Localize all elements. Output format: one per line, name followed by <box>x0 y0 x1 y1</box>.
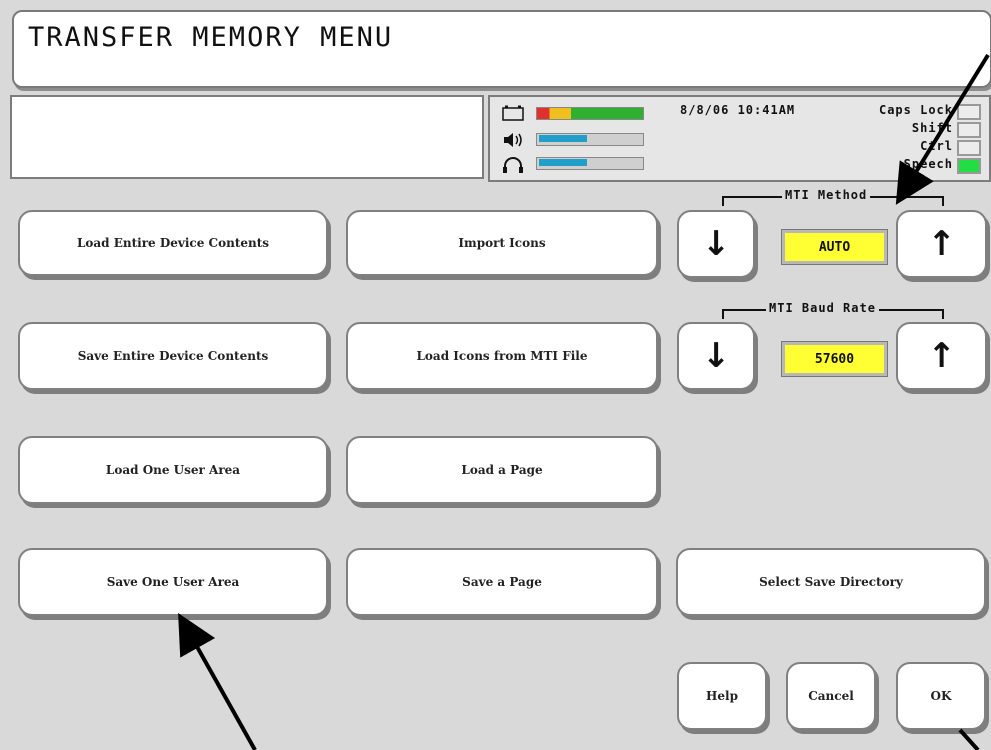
mti-baud-value: 57600 <box>781 341 888 377</box>
load-icons-mti-file-button[interactable]: Load Icons from MTI File <box>346 322 658 390</box>
ok-button[interactable]: OK <box>896 662 986 730</box>
shift-indicator <box>957 122 981 138</box>
mti-method-label: MTI Method <box>782 188 871 202</box>
import-icons-button[interactable]: Import Icons <box>346 210 658 276</box>
mti-baud-down-button[interactable]: ↓ <box>677 322 755 390</box>
arrow-up-icon: ↑ <box>927 336 956 376</box>
mti-baud-up-button[interactable]: ↑ <box>896 322 987 390</box>
save-entire-device-button[interactable]: Save Entire Device Contents <box>18 322 328 390</box>
headphones-icon <box>503 157 523 173</box>
mti-method-value: AUTO <box>781 229 888 265</box>
arrow-up-icon: ↑ <box>927 224 956 264</box>
annotation-arrow-save-user <box>178 613 257 750</box>
annotation-arrow-ok <box>958 728 980 750</box>
mti-method-down-button[interactable]: ↓ <box>677 210 755 278</box>
speaker-volume-meter <box>536 133 644 146</box>
battery-icon <box>502 105 524 121</box>
caps-lock-indicator <box>957 104 981 120</box>
speech-label: Speech <box>903 157 953 171</box>
mti-method-up-button[interactable]: ↑ <box>896 210 987 278</box>
ctrl-label: Ctrl <box>920 139 953 153</box>
help-button[interactable]: Help <box>677 662 767 730</box>
load-entire-device-button[interactable]: Load Entire Device Contents <box>18 210 328 276</box>
save-one-user-area-button[interactable]: Save One User Area <box>18 548 328 616</box>
arrow-down-icon: ↓ <box>701 336 731 376</box>
ctrl-indicator <box>957 140 981 156</box>
save-page-button[interactable]: Save a Page <box>346 548 658 616</box>
cancel-button[interactable]: Cancel <box>786 662 876 730</box>
speech-indicator <box>957 158 981 174</box>
load-one-user-area-button[interactable]: Load One User Area <box>18 436 328 504</box>
battery-meter <box>536 107 644 120</box>
datetime: 8/8/06 10:41AM <box>680 103 796 117</box>
caps-lock-label: Caps Lock <box>878 103 953 117</box>
status-panel: 8/8/06 10:41AM Caps Lock Shift Ctrl Spee… <box>488 95 991 182</box>
headphone-volume-meter <box>536 157 644 170</box>
select-save-directory-button[interactable]: Select Save Directory <box>676 548 986 616</box>
speaker-icon <box>504 133 522 147</box>
message-box <box>10 95 484 179</box>
load-page-button[interactable]: Load a Page <box>346 436 658 504</box>
arrow-down-icon: ↓ <box>701 224 731 264</box>
shift-label: Shift <box>911 121 953 135</box>
page-title: TRANSFER MEMORY MENU <box>12 10 991 88</box>
mti-baud-label: MTI Baud Rate <box>766 301 879 315</box>
